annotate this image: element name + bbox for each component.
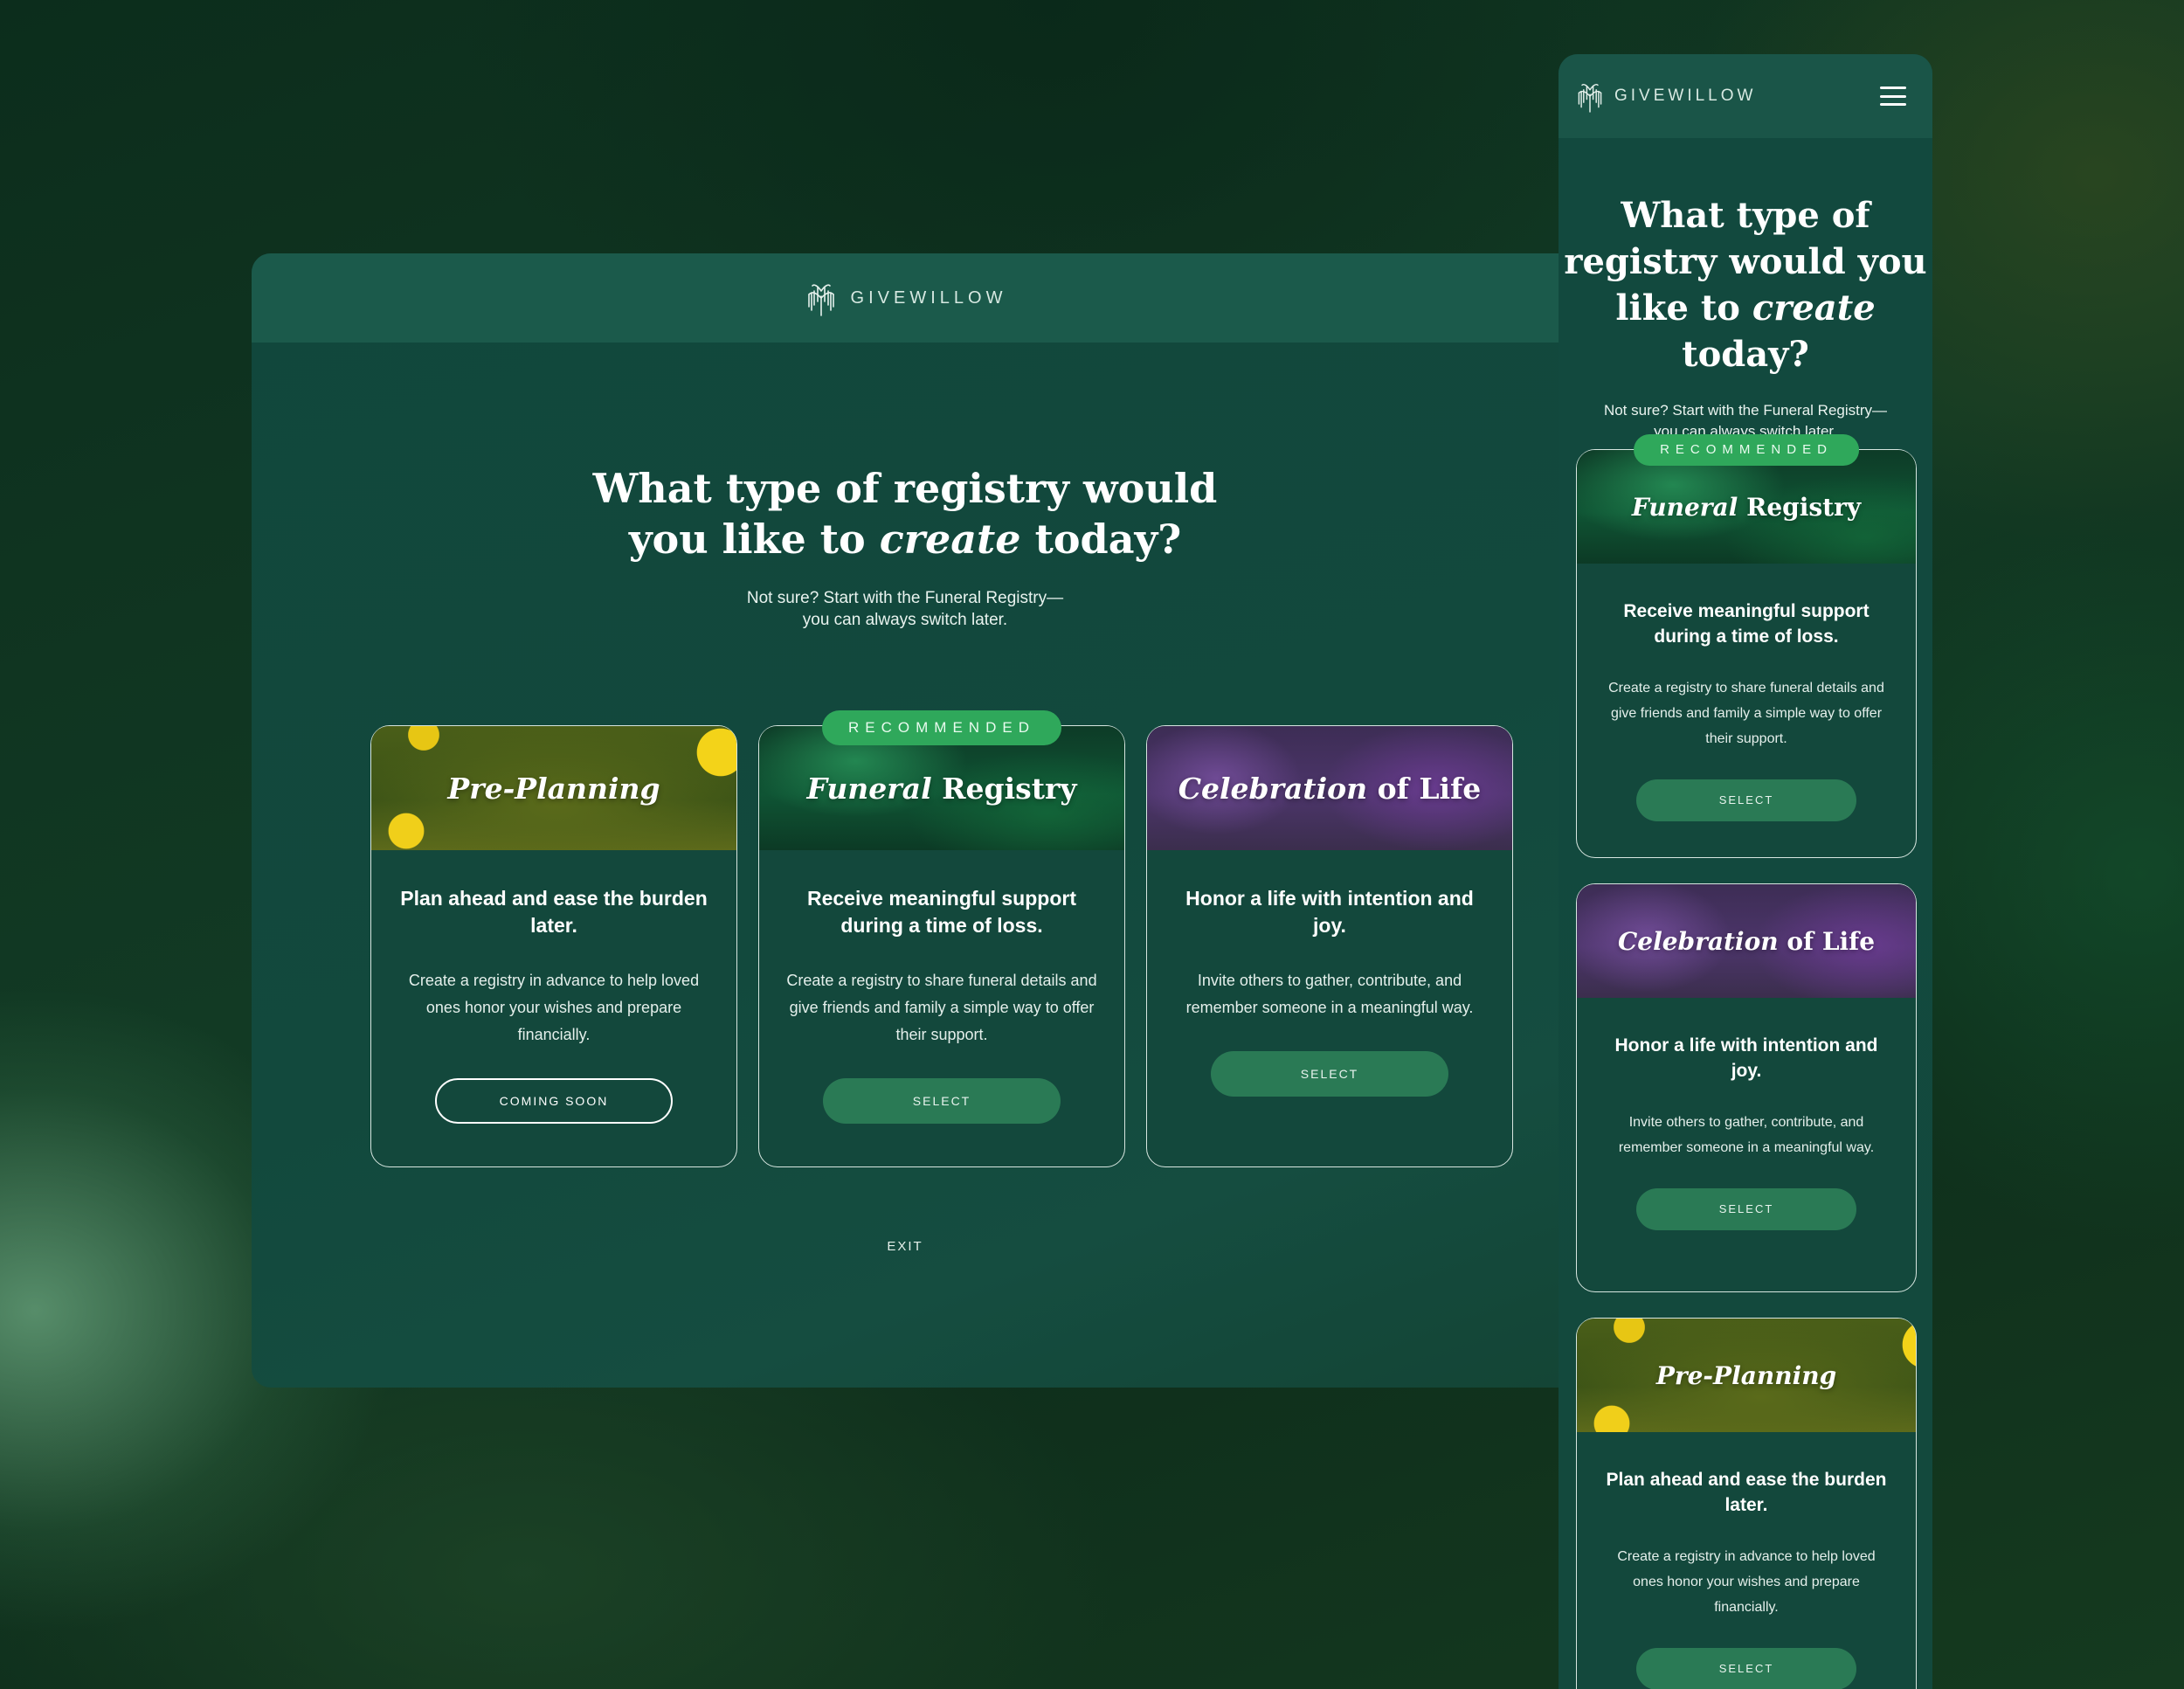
desktop-header: GIVEWILLOW xyxy=(252,253,1559,343)
select-button[interactable]: SELECT xyxy=(823,1078,1061,1124)
title-line-3: like to xyxy=(1615,287,1740,329)
card-title: Funeral Registry xyxy=(806,772,1076,806)
title-part2: today? xyxy=(1034,516,1182,563)
page-title: What type of registry would you like to … xyxy=(1559,192,1932,377)
title-italic: create xyxy=(1752,287,1876,329)
registry-cards: Pre-Planning Plan ahead and ease the bur… xyxy=(370,710,1513,1167)
card-description: Create a registry in advance to help lov… xyxy=(1617,1549,1876,1615)
select-button[interactable]: SELECT xyxy=(1636,1648,1856,1689)
card-description: Create a registry in advance to help lov… xyxy=(408,972,700,1043)
card-title-italic: Funeral xyxy=(1631,492,1738,522)
preplanning-image: Pre-Planning xyxy=(1577,1319,1916,1432)
funeral-image: Funeral Registry xyxy=(1577,450,1916,564)
willow-tree-icon xyxy=(1578,84,1602,113)
page-title: What type of registry would you like to … xyxy=(252,463,1559,564)
recommended-badge: RECOMMENDED xyxy=(822,710,1061,745)
subtitle-line-1: Not sure? Start with the Funeral Registr… xyxy=(746,589,1064,607)
mobile-header: GIVEWILLOW xyxy=(1559,54,1932,138)
select-button[interactable]: SELECT xyxy=(1636,779,1856,821)
willow-tree-icon xyxy=(807,284,834,316)
card-title-rest: Registry xyxy=(942,771,1077,806)
title-part1-line1: What type of registry would xyxy=(592,465,1218,512)
hamburger-menu-icon[interactable] xyxy=(1880,87,1906,106)
title-italic: create xyxy=(879,516,1021,563)
title-part1-line2: you like to xyxy=(628,516,866,563)
celebration-image: Celebration of Life xyxy=(1577,884,1916,998)
select-button[interactable]: SELECT xyxy=(1211,1051,1448,1097)
recommended-badge: RECOMMENDED xyxy=(1634,434,1859,466)
select-button[interactable]: SELECT xyxy=(1636,1188,1856,1230)
card-title: Funeral Registry xyxy=(1632,493,1861,522)
page-subtitle: Not sure? Start with the Funeral Registr… xyxy=(252,587,1559,631)
card-heading: Plan ahead and ease the burden later. xyxy=(400,887,708,937)
mobile-mockup: GIVEWILLOW What type of registry would y… xyxy=(1559,54,1932,1689)
card-celebration[interactable]: Celebration of Life Honor a life with in… xyxy=(1576,883,1917,1292)
card-heading: Receive meaningful support during a time… xyxy=(1623,601,1870,647)
card-preplanning[interactable]: Pre-Planning Plan ahead and ease the bur… xyxy=(1576,1318,1917,1689)
card-funeral[interactable]: RECOMMENDED Funeral Registry Receive mea… xyxy=(758,710,1125,1167)
card-title-italic: Funeral xyxy=(806,771,932,806)
title-line-1: What type of xyxy=(1621,195,1870,236)
card-description: Create a registry to share funeral detai… xyxy=(786,972,1097,1043)
card-title-italic: Celebration xyxy=(1617,926,1779,956)
card-title-rest: of Life xyxy=(1377,771,1482,806)
coming-soon-button[interactable]: COMING SOON xyxy=(435,1078,673,1124)
card-title-rest: of Life xyxy=(1787,926,1876,956)
card-description: Invite others to gather, contribute, and… xyxy=(1618,1115,1875,1155)
card-title: Celebration of Life xyxy=(1618,927,1875,956)
card-title-italic: Celebration xyxy=(1178,771,1368,806)
card-celebration[interactable]: Celebration of Life Honor a life with in… xyxy=(1146,725,1513,1167)
subtitle-line-1: Not sure? Start with the Funeral Registr… xyxy=(1603,402,1888,419)
title-line-2: registry would you xyxy=(1564,241,1927,282)
card-title: Pre-Planning xyxy=(447,771,660,806)
subtitle-line-2: you can always switch later. xyxy=(802,611,1008,629)
brand-name: GIVEWILLOW xyxy=(850,287,1007,308)
hero: What type of registry would you like to … xyxy=(252,463,1559,631)
mobile-hero: What type of registry would you like to … xyxy=(1559,192,1932,442)
card-description: Create a registry to share funeral detai… xyxy=(1608,681,1884,746)
preplanning-image: Pre-Planning xyxy=(371,726,736,850)
card-heading: Honor a life with intention and joy. xyxy=(1614,1035,1878,1081)
card-preplanning[interactable]: Pre-Planning Plan ahead and ease the bur… xyxy=(370,725,737,1167)
card-heading: Receive meaningful support during a time… xyxy=(806,887,1076,937)
card-title: Celebration of Life xyxy=(1178,772,1482,806)
celebration-image: Celebration of Life xyxy=(1147,726,1512,850)
mobile-logo[interactable]: GIVEWILLOW xyxy=(1574,79,1756,114)
title-part2: today? xyxy=(1682,334,1809,375)
card-description: Invite others to gather, contribute, and… xyxy=(1185,972,1474,1016)
exit-link[interactable]: EXIT xyxy=(252,1239,1559,1254)
card-heading: Plan ahead and ease the burden later. xyxy=(1606,1470,1887,1515)
card-heading: Honor a life with intention and joy. xyxy=(1185,887,1474,937)
card-funeral[interactable]: RECOMMENDED Funeral Registry Receive mea… xyxy=(1576,434,1917,858)
desktop-mockup: GIVEWILLOW What type of registry would y… xyxy=(252,253,1559,1388)
card-title-rest: Registry xyxy=(1746,492,1862,522)
card-title: Pre-Planning xyxy=(1655,1360,1837,1390)
brand-name: GIVEWILLOW xyxy=(1614,87,1757,105)
